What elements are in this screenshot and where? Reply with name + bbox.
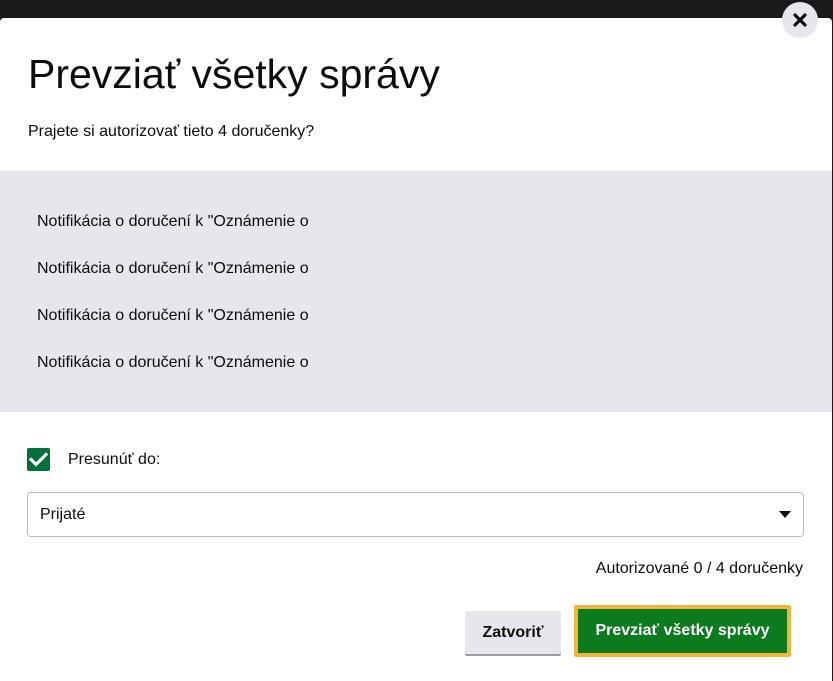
- authorize-dialog: Prevziať všetky správy Prajete si autori…: [0, 2, 832, 681]
- close-dialog-button[interactable]: Zatvoriť: [465, 611, 561, 654]
- receipt-list: Notifikácia o doručení k "Oznámenie o No…: [0, 171, 832, 412]
- dialog-title: Prevziať všetky správy: [28, 51, 440, 97]
- list-item: Notifikácia o doručení k "Oznámenie o: [37, 354, 309, 371]
- authorization-status: Autorizované 0 / 4 doručenky: [595, 560, 803, 577]
- dialog-subtitle: Prajete si autorizovať tieto 4 doručenky…: [28, 123, 315, 140]
- move-to-checkbox[interactable]: [27, 448, 50, 471]
- dropdown-arrow-icon: [779, 511, 791, 518]
- folder-select-value: Prijaté: [40, 506, 86, 523]
- list-item: Notifikácia o doručení k "Oznámenie o: [37, 213, 309, 230]
- close-icon: [793, 13, 807, 27]
- folder-select[interactable]: Prijaté: [27, 492, 804, 537]
- take-all-messages-button[interactable]: Prevziať všetky správy: [578, 609, 787, 653]
- list-item: Notifikácia o doručení k "Oznámenie o: [37, 307, 309, 324]
- move-to-label[interactable]: Presunúť do:: [68, 449, 160, 471]
- checkmark-icon: [29, 452, 48, 467]
- close-button[interactable]: [782, 2, 818, 38]
- list-item: Notifikácia o doručení k "Oznámenie o: [37, 260, 309, 277]
- move-to-row: Presunúť do:: [27, 448, 160, 471]
